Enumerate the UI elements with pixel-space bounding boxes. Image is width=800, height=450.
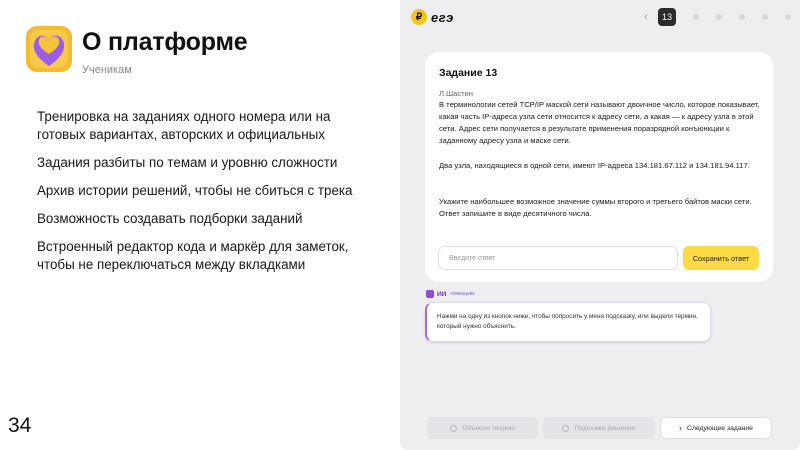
hint-solution-label: Подскажи решение <box>574 424 636 432</box>
slide-title: О платформе <box>82 28 248 56</box>
task-paragraph: Укажите наибольшее возможное значение су… <box>439 197 752 218</box>
slide-subtitle: Ученикам <box>82 64 132 76</box>
task-paragraph: Два узла, находящиеся в одной сети, имею… <box>439 161 750 170</box>
app-logo[interactable]: ₽ егэ <box>411 9 454 25</box>
platform-logo <box>26 26 72 72</box>
feature-item: Встроенный редактор кода и маркёр для за… <box>37 239 349 272</box>
explain-theory-button[interactable]: Объясни теорию <box>427 417 538 439</box>
answer-input[interactable] <box>438 246 678 270</box>
assistant-label: ИИ -помощник <box>426 290 475 298</box>
feature-item: Тренировка на заданиях одного номера или… <box>37 109 331 142</box>
feature-list: Тренировка на заданиях одного номера или… <box>37 108 382 284</box>
task-paragraph: В терминологии сетей TCP/IP маской сети … <box>439 100 760 145</box>
task-card: Задание 13 Л.Шастин В терминологии сетей… <box>425 52 773 282</box>
feature-item: Задания разбиты по темам и уровню сложно… <box>37 155 338 170</box>
hint-solution-button[interactable]: Подскажи решение <box>543 417 655 439</box>
pager-dot[interactable] <box>762 14 768 20</box>
sparkle-icon <box>562 424 570 432</box>
pager-dot[interactable] <box>693 14 699 20</box>
chevron-left-icon[interactable]: ‹ <box>640 8 652 26</box>
pager-current-task[interactable]: 13 <box>658 8 676 26</box>
task-pager: ‹ 13 <box>640 8 791 26</box>
coin-icon: ₽ <box>411 9 427 25</box>
save-answer-button[interactable]: Сохранить ответ <box>683 246 759 270</box>
sparkle-icon <box>450 424 457 432</box>
next-task-button[interactable]: › Следующее задание <box>660 417 772 439</box>
assistant-name: ИИ <box>437 290 447 298</box>
pager-dot[interactable] <box>716 14 722 20</box>
assistant-message: Нажми на одну из кнопок ниже, чтобы попр… <box>425 302 711 342</box>
feature-item: Архив истории решений, чтобы не сбиться … <box>37 183 353 198</box>
feature-item: Возможность создавать подборки заданий <box>37 211 303 226</box>
app-screenshot: ₽ егэ ‹ 13 Задание 13 Л.Шастин В термино… <box>400 0 800 450</box>
app-logo-text: егэ <box>431 9 454 25</box>
pager-dot[interactable] <box>739 14 745 20</box>
chevron-right-icon: › <box>679 423 683 433</box>
page-number: 34 <box>8 414 32 437</box>
next-task-label: Следующее задание <box>687 424 753 432</box>
task-title: Задание 13 <box>439 67 498 79</box>
assistant-name-suffix: -помощник <box>449 291 475 297</box>
explain-theory-label: Объясни теорию <box>462 424 515 432</box>
assistant-icon <box>426 290 434 298</box>
pager-dot[interactable] <box>785 14 791 20</box>
task-author: Л.Шастин <box>439 89 473 98</box>
